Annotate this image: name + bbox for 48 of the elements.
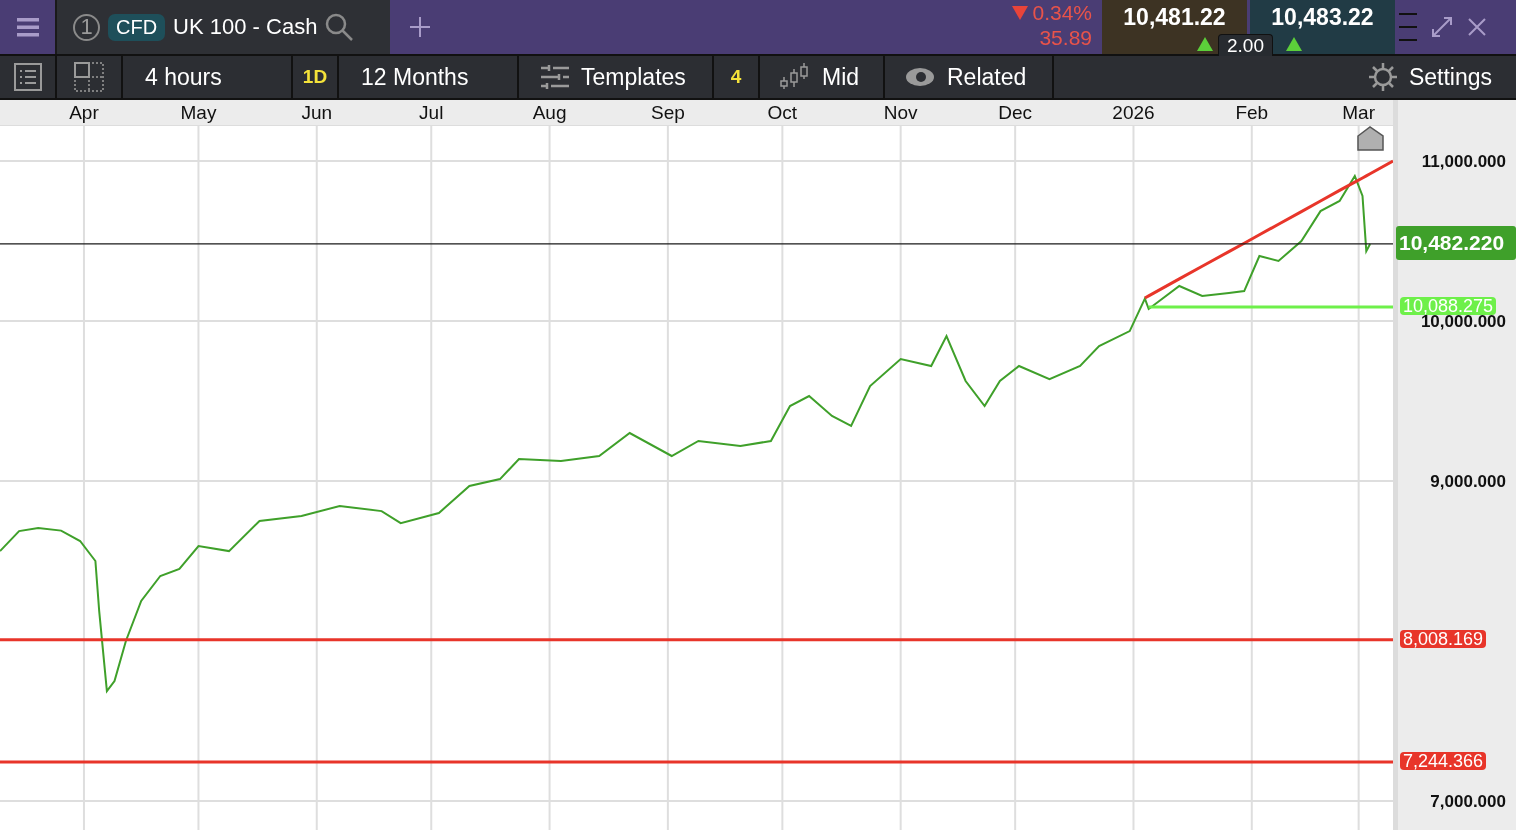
- month-label: Feb: [1235, 102, 1269, 124]
- sliders-icon: [541, 65, 569, 89]
- list-icon[interactable]: [13, 63, 42, 91]
- month-label: Dec: [998, 102, 1033, 124]
- month-label: Aug: [532, 102, 567, 124]
- candlestick-icon: [780, 63, 810, 91]
- month-label: Sep: [650, 102, 685, 124]
- templates-button[interactable]: Templates: [519, 56, 712, 98]
- price-level-line[interactable]: [0, 638, 1393, 642]
- add-icon[interactable]: [410, 17, 430, 37]
- price-level-label: 10,088.275: [1400, 296, 1497, 315]
- instrument-type-badge: CFD: [108, 13, 166, 41]
- price-axis-label: 7,000.000: [1430, 793, 1506, 811]
- price-axis-label: 9,000.000: [1430, 473, 1506, 491]
- indicator-count-button[interactable]: 4: [714, 56, 758, 98]
- tab-number: 1: [73, 13, 100, 41]
- month-label: May: [180, 102, 217, 124]
- month-label: Apr: [69, 102, 99, 124]
- price-axis-label: 10,000.000: [1420, 313, 1506, 331]
- settings-icon: [1368, 63, 1397, 91]
- related-button[interactable]: Related: [885, 56, 1052, 98]
- instrument-name: UK 100 - Cash: [173, 14, 318, 40]
- eye-icon: [905, 67, 935, 87]
- trend-line[interactable]: [1144, 159, 1393, 300]
- price-level-label: 7,244.366: [1400, 751, 1487, 770]
- month-label: 2026: [1112, 102, 1155, 124]
- current-price-label: 10,482.220: [1396, 225, 1516, 260]
- price-level-line[interactable]: [0, 760, 1393, 764]
- interval-button[interactable]: 4 hours: [123, 56, 291, 98]
- price-level-label: 8,008.169: [1400, 629, 1487, 648]
- month-label: Jun: [301, 102, 333, 124]
- change-percent: 0.34%: [1032, 0, 1092, 25]
- range-button[interactable]: 12 Months: [339, 56, 517, 98]
- price-axis-label: 11,000.000: [1421, 153, 1506, 171]
- price-type-button[interactable]: Mid: [760, 56, 883, 98]
- interval-code-button[interactable]: 1D: [293, 56, 337, 98]
- close-icon[interactable]: [1467, 17, 1487, 37]
- month-label: Oct: [767, 102, 798, 124]
- month-label: Nov: [883, 102, 918, 124]
- change-points: 35.89: [1039, 25, 1092, 50]
- expand-icon[interactable]: [1431, 16, 1453, 38]
- layout-icon[interactable]: [74, 62, 104, 92]
- month-label: Mar: [1342, 102, 1375, 124]
- instrument-tab[interactable]: 1 CFD UK 100 - Cash: [57, 0, 390, 54]
- month-label: Jul: [419, 102, 444, 124]
- search-icon[interactable]: [325, 13, 354, 41]
- menu-icon[interactable]: [16, 17, 39, 37]
- spread-badge: 2.00: [1218, 34, 1273, 56]
